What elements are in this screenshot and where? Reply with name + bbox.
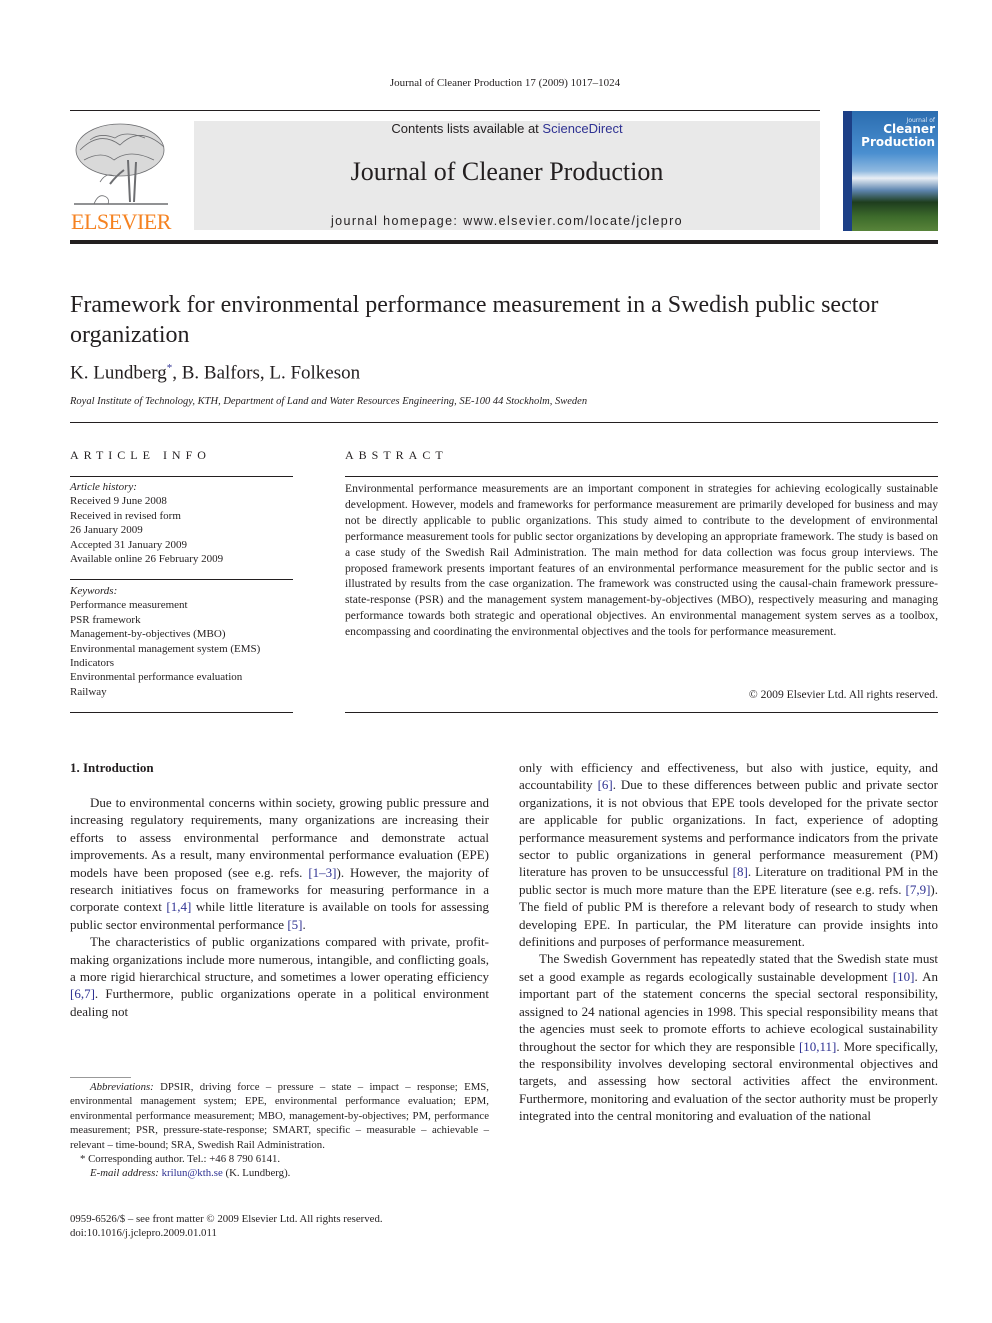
cover-title-line: Production <box>861 135 935 149</box>
contents-line: Contents lists available at ScienceDirec… <box>194 121 820 136</box>
front-matter: 0959-6526/$ – see front matter © 2009 El… <box>70 1212 383 1241</box>
author-name: L. Folkeson <box>269 362 361 384</box>
paragraph-text: . Furthermore, public organizations oper… <box>70 986 489 1019</box>
citation-link[interactable]: [1–3] <box>308 865 336 880</box>
keyword-item: Indicators <box>70 657 114 670</box>
keywords: Keywords: Performance measurement PSR fr… <box>70 584 293 699</box>
journal-title[interactable]: Journal of Cleaner Production <box>194 157 820 187</box>
abstract-heading: ABSTRACT <box>345 448 448 462</box>
citation-link[interactable]: [7,9] <box>905 882 930 897</box>
cover-title: Cleaner Production <box>861 123 935 149</box>
history-item: 26 January 2009 <box>70 524 143 537</box>
paragraph-text: The Swedish Government has repeatedly st… <box>519 951 938 984</box>
section-rule <box>70 712 293 713</box>
author-separator: , <box>259 362 270 384</box>
article-history-label: Article history: <box>70 481 137 493</box>
citation-link[interactable]: [6] <box>598 777 613 792</box>
citation-link[interactable]: [1,4] <box>166 899 191 914</box>
elsevier-logo[interactable]: ELSEVIER <box>70 120 172 234</box>
footnote-rule <box>70 1077 131 1078</box>
article-info-heading: ARTICLE INFO <box>70 448 211 462</box>
cover-stripe <box>843 111 852 231</box>
tree-icon <box>74 123 168 205</box>
running-head: Journal of Cleaner Production 17 (2009) … <box>389 77 621 89</box>
citation-link[interactable]: [6,7] <box>70 986 95 1001</box>
cover-title-line: Cleaner <box>883 122 935 136</box>
body-paragraph: The characteristics of public organizati… <box>70 933 489 1020</box>
journal-homepage-link[interactable]: journal homepage: www.elsevier.com/locat… <box>194 214 820 228</box>
abstract-copyright: © 2009 Elsevier Ltd. All rights reserved… <box>748 688 938 701</box>
citation-link[interactable]: [8] <box>733 864 748 879</box>
header-rule <box>70 110 820 111</box>
author-list: K. Lundberg*, B. Balfors, L. Folkeson <box>70 362 360 384</box>
abbreviations-footnote: Abbreviations: DPSIR, driving force – pr… <box>70 1080 489 1152</box>
email-footnote: E-mail address: krilun@kth.se (K. Lundbe… <box>70 1166 489 1180</box>
keyword-item: Performance measurement <box>70 599 188 612</box>
paragraph-text: . <box>302 916 306 932</box>
body-paragraph: only with efficiency and effectiveness, … <box>519 759 938 950</box>
history-item: Available online 26 February 2009 <box>70 553 224 566</box>
affiliation: Royal Institute of Technology, KTH, Depa… <box>70 396 588 407</box>
article-history: Article history: Received 9 June 2008 Re… <box>70 480 293 566</box>
email-suffix: (K. Lundberg). <box>222 1167 291 1180</box>
journal-cover-image[interactable]: Journal of Cleaner Production <box>843 111 938 231</box>
citation-link[interactable]: [10,11] <box>799 1039 836 1054</box>
author-separator: , <box>172 362 182 384</box>
contents-prefix: Contents lists available at <box>391 121 543 136</box>
citation-link[interactable]: [10] <box>893 969 915 984</box>
keyword-item: Environmental performance evaluation <box>70 671 243 684</box>
corresponding-author-footnote: * Corresponding author. Tel.: +46 8 790 … <box>70 1152 489 1166</box>
keyword-item: Management-by-objectives (MBO) <box>70 628 226 641</box>
body-column-right: only with efficiency and effectiveness, … <box>519 759 938 1125</box>
doi-link[interactable]: doi:10.1016/j.jclepro.2009.01.011 <box>70 1226 383 1240</box>
abbreviations-label: Abbreviations: <box>90 1081 154 1093</box>
corresponding-text: Corresponding author. Tel.: +46 8 790 61… <box>85 1153 281 1166</box>
article-title: Framework for environmental performance … <box>70 292 879 348</box>
section-rule <box>70 579 293 580</box>
body-column-left: Due to environmental concerns within soc… <box>70 794 489 1020</box>
issn-line: 0959-6526/$ – see front matter © 2009 El… <box>70 1213 383 1225</box>
history-item: Received 9 June 2008 <box>70 495 167 508</box>
keywords-label: Keywords: <box>70 585 118 597</box>
publisher-name: ELSEVIER <box>71 209 171 234</box>
history-item: Received in revised form <box>70 509 181 522</box>
section-rule <box>70 422 938 423</box>
section-rule <box>345 476 938 477</box>
sciencedirect-link[interactable]: ScienceDirect <box>542 121 622 136</box>
keyword-item: PSR framework <box>70 613 141 626</box>
journal-masthead: Contents lists available at ScienceDirec… <box>194 121 820 230</box>
footnotes: Abbreviations: DPSIR, driving force – pr… <box>70 1080 489 1181</box>
section-rule <box>70 476 293 477</box>
section-rule <box>345 712 938 713</box>
citation-link[interactable]: [5] <box>287 917 302 932</box>
abstract-text: Environmental performance measurements a… <box>345 482 938 639</box>
email-link[interactable]: krilun@kth.se <box>162 1167 223 1179</box>
header-thick-rule <box>70 240 938 244</box>
author-name: K. Lundberg <box>70 362 167 384</box>
body-paragraph: The Swedish Government has repeatedly st… <box>519 950 938 1124</box>
body-paragraph: Due to environmental concerns within soc… <box>70 794 489 933</box>
paragraph-text: The characteristics of public organizati… <box>70 934 489 985</box>
author-name: B. Balfors <box>181 362 260 384</box>
keyword-item: Railway <box>70 685 107 698</box>
history-item: Accepted 31 January 2009 <box>70 538 187 551</box>
email-label: E-mail address: <box>90 1167 159 1180</box>
section-heading-introduction: 1. Introduction <box>70 760 154 775</box>
keyword-item: Environmental management system (EMS) <box>70 642 261 655</box>
